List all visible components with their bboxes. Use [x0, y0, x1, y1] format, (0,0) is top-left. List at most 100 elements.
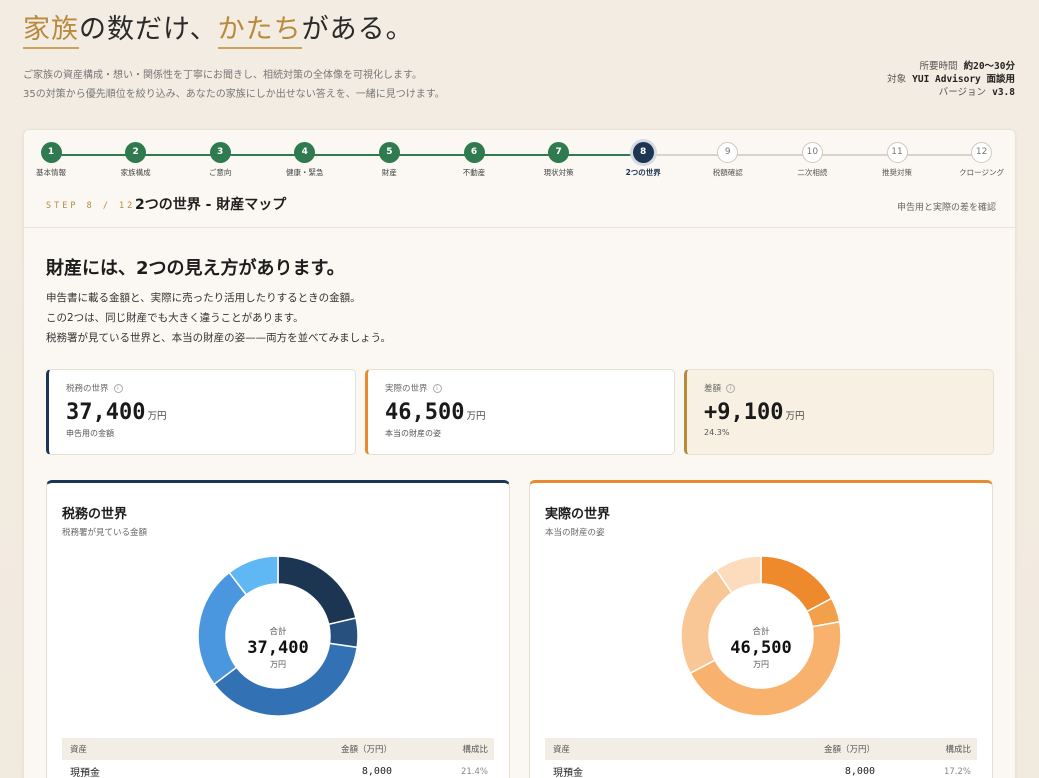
step-hint: 申告用と実際の差を確認 — [896, 203, 996, 213]
step-number-badge: 9 — [717, 142, 739, 163]
cell-amount: 8,000 — [361, 766, 392, 777]
main-panel: 1 基本情報 2 家族構成 3 ご意向 4 健康・緊急 5 財産 6 不動産 7 現状対策 8 2つの世界 9 税… — [23, 129, 1017, 778]
intro-title: 財産には、2つの見え方があります。 — [46, 258, 345, 279]
info-icon[interactable]: i — [432, 384, 442, 393]
meta-time-value: 約20〜30分 — [963, 61, 1015, 72]
col-asset: 資産 — [70, 745, 88, 755]
step-2[interactable]: 2 家族構成 — [101, 142, 171, 178]
step-number-badge: 1 — [40, 142, 62, 163]
step-3[interactable]: 3 ご意向 — [185, 142, 255, 178]
cell-ratio: 17.2% — [943, 766, 971, 777]
step-4[interactable]: 4 健康・緊急 — [270, 142, 340, 178]
step-number-badge: 2 — [125, 142, 147, 163]
tax-asset-table: 資産 金額（万円） 構成比 現預金 8,000 21.4% — [62, 738, 494, 778]
real-donut-center: 合計 46,500 万円 — [680, 625, 842, 670]
step-label: 税額確認 — [712, 168, 743, 177]
summary-tax-label-text: 税務の世界 — [66, 384, 109, 394]
intro-line1: 申告書に載る金額と、実際に売ったり活用したりするときの金額。 — [46, 292, 361, 304]
hero-title-accent-shape: かたち — [217, 14, 302, 49]
real-world-title: 実際の世界 — [545, 507, 611, 522]
step-label: 推奨対策 — [882, 168, 912, 177]
real-total-value: 46,500 — [730, 638, 792, 658]
step-header: STEP 8 / 12 2つの世界 - 財産マップ 申告用と実際の差を確認 — [46, 192, 996, 216]
summary-real-unit: 万円 — [466, 411, 486, 422]
step-number-badge: 11 — [886, 142, 908, 163]
col-asset: 資産 — [553, 745, 571, 755]
hero-title-accent-family: 家族 — [23, 14, 79, 49]
summary-real-label: 実際の世界 i — [385, 382, 674, 394]
step-label: 2つの世界 — [625, 168, 661, 177]
step-7[interactable]: 7 現状対策 — [524, 142, 594, 178]
meta-version-value: v3.8 — [992, 87, 1015, 98]
step-12[interactable]: 12 クロージング — [947, 142, 1017, 178]
summary-card-tax: 税務の世界 i 37,400 万円 申告用の金額 — [46, 369, 356, 455]
cell-asset: 現預金 — [553, 768, 583, 778]
step-10[interactable]: 10 二次相続 — [777, 142, 847, 178]
summary-real-label-text: 実際の世界 — [385, 384, 428, 394]
summary-diff-label: 差額 i — [704, 382, 993, 394]
divider — [24, 227, 1017, 228]
step-number-badge: 12 — [971, 142, 993, 163]
summary-real-amount: 46,500 — [385, 400, 465, 425]
real-world-subtitle: 本当の財産の姿 — [545, 528, 605, 538]
col-ratio: 構成比 — [945, 745, 971, 755]
step-9[interactable]: 9 税額確認 — [693, 142, 763, 178]
summary-tax-amount: 37,400 — [66, 400, 146, 425]
hero-subtitle-line2: 35の対策から優先順位を絞り込み、あなたの家族にしか出せない答えを、一緒に見つけ… — [23, 89, 445, 100]
summary-tax-label: 税務の世界 i — [66, 382, 355, 394]
step-label: 現状対策 — [543, 168, 574, 177]
table-row: 現預金 8,000 17.2% — [545, 760, 977, 778]
hero-title: 家族の数だけ、かたちがある。 — [23, 12, 623, 49]
tax-world-panel: 税務の世界 税務署が見ている金額 合計 37,400 万円 資産 金額（万円） … — [46, 480, 510, 778]
cell-ratio: 21.4% — [460, 766, 488, 777]
intro-line3: 税務署が見ている世界と、本当の財産の姿——両方を並べてみましょう。 — [46, 332, 392, 344]
summary-tax-value: 37,400 万円 — [66, 400, 355, 425]
hero-subtitle: ご家族の資産構成・想い・関係性を丁寧にお聞きし、相続対策の全体像を可視化します。… — [23, 66, 623, 104]
step-6[interactable]: 6 不動産 — [439, 142, 509, 178]
tax-total-unit: 万円 — [270, 660, 286, 669]
real-asset-table: 資産 金額（万円） 構成比 現預金 8,000 17.2% — [545, 738, 977, 778]
step-number-badge: 10 — [801, 142, 823, 163]
intro-text: 申告書に載る金額と、実際に売ったり活用したりするときの金額。 この2つは、同じ財… — [46, 288, 391, 348]
intro-line2: この2つは、同じ財産でも大きく違うことがあります。 — [46, 312, 304, 324]
step-8[interactable]: 8 2つの世界 — [608, 142, 678, 178]
step-number-badge: 3 — [209, 142, 231, 163]
progress-stepper: 1 基本情報 2 家族構成 3 ご意向 4 健康・緊急 5 財産 6 不動産 7 現状対策 8 2つの世界 9 税… — [24, 142, 1017, 182]
meta-version-label: バージョン — [938, 87, 987, 98]
cell-asset: 現預金 — [70, 768, 100, 778]
step-label: クロージング — [959, 168, 1005, 177]
real-total-label: 合計 — [752, 627, 770, 637]
info-icon[interactable]: i — [726, 384, 736, 393]
summary-diff-value: +9,100 万円 — [704, 400, 993, 425]
col-amount: 金額（万円） — [823, 745, 875, 755]
summary-diff-note: 24.3% — [704, 428, 730, 437]
cell-amount: 8,000 — [844, 766, 875, 777]
step-number-badge: 7 — [548, 142, 570, 163]
tax-total-value: 37,400 — [247, 638, 309, 658]
step-label: 健康・緊急 — [286, 168, 324, 177]
summary-real-note: 本当の財産の姿 — [385, 429, 441, 438]
meta-target-value: YUI Advisory 面談用 — [912, 74, 1015, 85]
tax-world-subtitle: 税務署が見ている金額 — [62, 528, 148, 538]
summary-card-diff: 差額 i +9,100 万円 24.3% — [684, 369, 994, 455]
table-header: 資産 金額（万円） 構成比 — [545, 738, 977, 760]
tax-total-label: 合計 — [269, 627, 287, 637]
step-label: 二次相続 — [797, 168, 828, 177]
hero-header: 家族の数だけ、かたちがある。 ご家族の資産構成・想い・関係性を丁寧にお聞きし、相… — [23, 12, 623, 104]
step-number-badge: 5 — [378, 142, 400, 163]
summary-diff-amount: +9,100 — [704, 400, 784, 425]
step-number-badge: 6 — [463, 142, 485, 163]
tax-donut-slice-1[interactable] — [277, 555, 357, 626]
info-icon[interactable]: i — [113, 384, 123, 393]
col-ratio: 構成比 — [462, 745, 488, 755]
step-11[interactable]: 11 推奨対策 — [862, 142, 932, 178]
step-label: 家族構成 — [120, 168, 151, 177]
summary-diff-label-text: 差額 — [704, 384, 722, 394]
summary-card-real: 実際の世界 i 46,500 万円 本当の財産の姿 — [365, 369, 675, 455]
summary-tax-note: 申告用の金額 — [66, 429, 114, 438]
step-number-badge: 8 — [632, 142, 654, 163]
step-1[interactable]: 1 基本情報 — [16, 142, 86, 178]
summary-diff-unit: 万円 — [785, 411, 805, 422]
step-5[interactable]: 5 財産 — [354, 142, 424, 178]
step-title: 2つの世界 - 財産マップ — [135, 197, 287, 213]
